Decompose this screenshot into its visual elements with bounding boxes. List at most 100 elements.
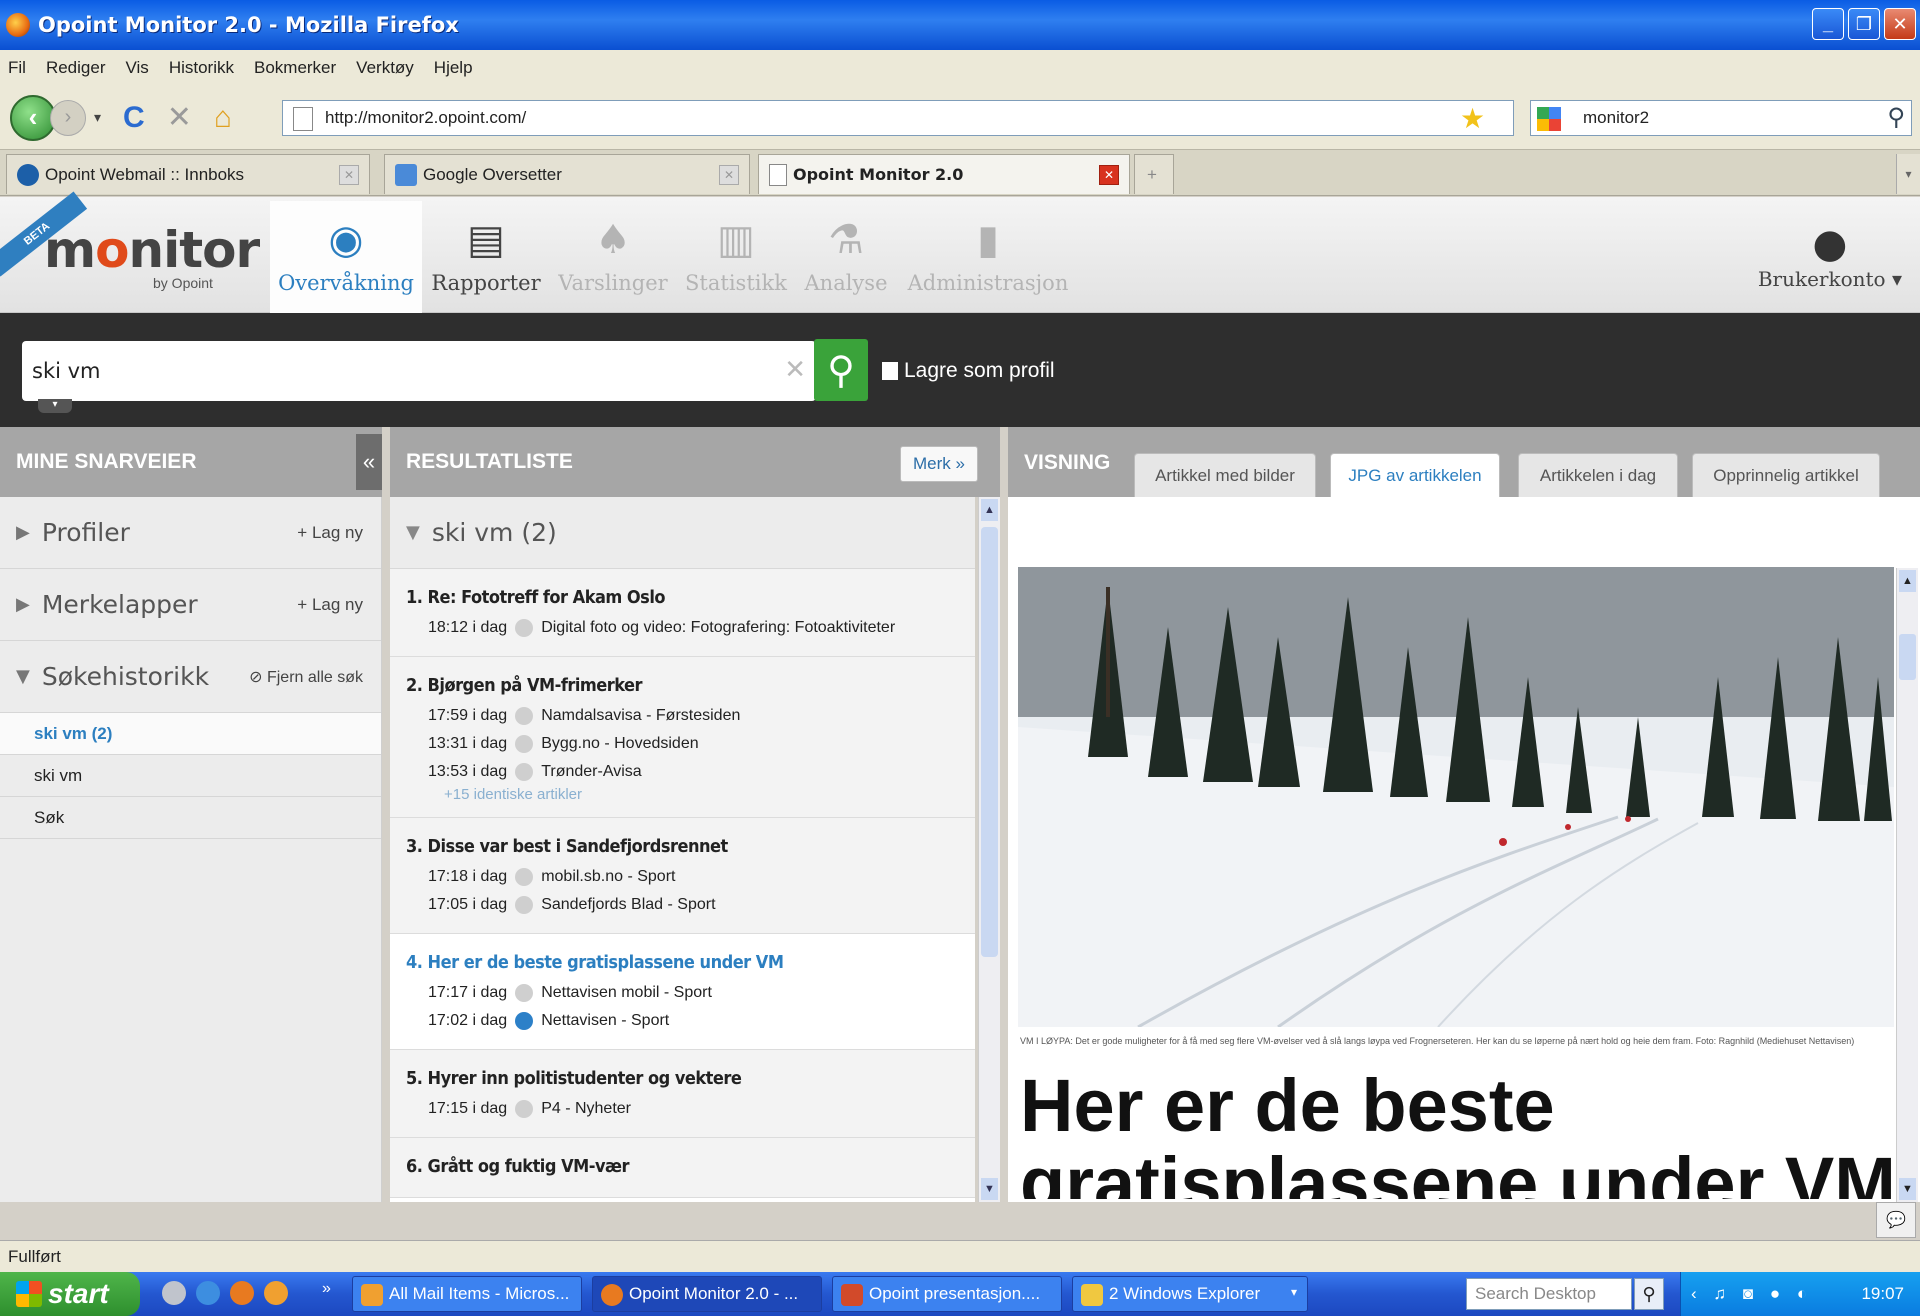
tab-webmail[interactable]: Opoint Webmail :: Innboks ✕ bbox=[6, 154, 370, 194]
monitor-logo[interactable]: monitor bbox=[44, 221, 260, 279]
merk-button[interactable]: Merk » bbox=[900, 446, 978, 482]
search-input[interactable]: ski vm ✕ bbox=[22, 341, 816, 401]
results-scrollbar[interactable]: ▲ ▼ bbox=[978, 497, 1000, 1202]
close-tab-icon[interactable]: ✕ bbox=[339, 165, 359, 185]
result-item[interactable]: 2. Bjørgen på VM-frimerker 17:59 i dag Na… bbox=[390, 657, 975, 818]
identical-articles-link[interactable]: +15 identiske artikler bbox=[406, 786, 975, 803]
article-source[interactable]: 17:02 i dag Nettavisen - Sport bbox=[406, 1007, 975, 1035]
internet-explorer-icon[interactable] bbox=[196, 1281, 220, 1305]
firefox-quicklaunch-icon[interactable] bbox=[230, 1281, 254, 1305]
tab-administrasjon[interactable]: ▮ Administrasjon bbox=[900, 201, 1076, 313]
tab-original-article[interactable]: Opprinnelig artikkel bbox=[1692, 453, 1880, 497]
desktop-search-input[interactable]: Search Desktop bbox=[1466, 1278, 1632, 1310]
taskbar-item-mail[interactable]: All Mail Items - Micros... bbox=[352, 1276, 582, 1312]
tab-analyse[interactable]: ⚗ Analyse bbox=[796, 201, 896, 313]
menu-vis[interactable]: Vis bbox=[126, 58, 149, 78]
close-tab-icon[interactable]: ✕ bbox=[719, 165, 739, 185]
article-source[interactable]: 13:31 i dag Bygg.no - Hovedsiden bbox=[406, 730, 975, 758]
merkelapper-row[interactable]: ▶ Merkelapper + Lag ny bbox=[0, 569, 381, 641]
article-source[interactable]: 17:15 i dag P4 - Nyheter bbox=[406, 1095, 975, 1123]
menu-bokmerker[interactable]: Bokmerker bbox=[254, 58, 336, 78]
forward-button[interactable]: › bbox=[50, 99, 86, 136]
article-title[interactable]: 3. Disse var best i Sandefjordsrennet bbox=[406, 836, 975, 857]
article-source[interactable]: 17:17 i dag Nettavisen mobil - Sport bbox=[406, 979, 975, 1007]
tab-jpg-of-article[interactable]: JPG av artikkelen bbox=[1330, 453, 1500, 497]
taskbar-item-presentation[interactable]: Opoint presentasjon.... bbox=[832, 1276, 1062, 1312]
collapse-panel-button[interactable]: « bbox=[356, 434, 382, 490]
close-window-button[interactable]: ✕ bbox=[1884, 8, 1916, 40]
article-source[interactable]: 18:12 i dag Digital foto og video: Fotogr… bbox=[406, 614, 975, 642]
menu-hjelp[interactable]: Hjelp bbox=[434, 58, 473, 78]
scroll-thumb[interactable] bbox=[1899, 634, 1916, 680]
search-options-dropdown-icon[interactable]: ▾ bbox=[38, 399, 72, 413]
new-tab-button[interactable]: + bbox=[1134, 154, 1174, 194]
search-icon[interactable]: ⚲ bbox=[1887, 103, 1905, 132]
history-item[interactable]: Søk bbox=[0, 797, 381, 839]
menu-historikk[interactable]: Historikk bbox=[169, 58, 234, 78]
close-tab-icon[interactable]: ✕ bbox=[1099, 165, 1119, 185]
profiler-row[interactable]: ▶ Profiler + Lag ny bbox=[0, 497, 381, 569]
stop-icon[interactable]: ✕ bbox=[167, 100, 192, 135]
menu-fil[interactable]: Fil bbox=[8, 58, 26, 78]
search-button[interactable]: ⚲ bbox=[814, 339, 868, 401]
tab-list-dropdown-icon[interactable]: ▾ bbox=[1896, 154, 1920, 194]
scroll-down-arrow[interactable]: ▼ bbox=[1899, 1178, 1916, 1200]
result-group-header[interactable]: ▼ ski vm (2) bbox=[390, 497, 975, 569]
article-source[interactable]: 13:53 i dag Trønder-Avisa bbox=[406, 758, 975, 786]
result-item[interactable]: 5. Hyrer inn politistudenter og vektere … bbox=[390, 1050, 975, 1138]
article-source[interactable]: 17:05 i dag Sandefjords Blad - Sport bbox=[406, 891, 975, 919]
outlook-quicklaunch-icon[interactable] bbox=[264, 1281, 288, 1305]
google-icon[interactable] bbox=[1537, 107, 1561, 131]
viewer-scrollbar[interactable]: ▲ ▼ bbox=[1896, 568, 1918, 1202]
article-source[interactable]: 17:18 i dag mobil.sb.no - Sport bbox=[406, 863, 975, 891]
article-title[interactable]: 4. Her er de beste gratisplassene under … bbox=[406, 952, 975, 973]
search-engine-input[interactable]: monitor2 ⚲ bbox=[1530, 100, 1912, 136]
group-dropdown-icon[interactable]: ▾ bbox=[1291, 1285, 1297, 1299]
scroll-thumb[interactable] bbox=[981, 527, 998, 957]
minimize-button[interactable]: _ bbox=[1812, 8, 1844, 40]
menu-verktoy[interactable]: Verktøy bbox=[356, 58, 414, 78]
menu-rediger[interactable]: Rediger bbox=[46, 58, 106, 78]
result-item[interactable]: 1. Re: Fototreff for Akam Oslo 18:12 i d… bbox=[390, 569, 975, 657]
article-title[interactable]: 1. Re: Fototreff for Akam Oslo bbox=[406, 587, 975, 608]
scroll-up-arrow[interactable]: ▲ bbox=[1899, 570, 1916, 592]
taskbar-item-explorer[interactable]: 2 Windows Explorer ▾ bbox=[1072, 1276, 1308, 1312]
user-account-menu[interactable]: ● Brukerkonto ▾ bbox=[1758, 221, 1902, 291]
reload-icon[interactable]: C bbox=[123, 101, 145, 135]
tray-icons[interactable]: ‹ ♫ ◙ ● ◐ bbox=[1681, 1284, 1813, 1304]
tab-opoint-monitor[interactable]: Opoint Monitor 2.0 ✕ bbox=[758, 154, 1130, 194]
result-item[interactable]: 6. Grått og fuktig VM-vær bbox=[390, 1138, 975, 1198]
history-item[interactable]: ski vm bbox=[0, 755, 381, 797]
tab-article-with-images[interactable]: Artikkel med bilder bbox=[1134, 453, 1316, 497]
scroll-up-arrow[interactable]: ▲ bbox=[981, 499, 998, 521]
search-history-row[interactable]: ▼ Søkehistorikk ⊘ Fjern alle søk bbox=[0, 641, 381, 713]
restore-button[interactable]: ❐ bbox=[1848, 8, 1880, 40]
result-item[interactable]: 3. Disse var best i Sandefjordsrennet 17… bbox=[390, 818, 975, 934]
history-dropdown-icon[interactable]: ▾ bbox=[94, 109, 101, 126]
bookmark-star-icon[interactable]: ★ bbox=[1460, 102, 1485, 135]
tab-rapporter[interactable]: ▤ Rapporter bbox=[424, 201, 548, 313]
home-icon[interactable]: ⌂ bbox=[214, 101, 232, 135]
history-item[interactable]: ski vm (2) bbox=[0, 713, 381, 755]
add-profile-link[interactable]: + Lag ny bbox=[297, 523, 363, 543]
clear-all-searches-link[interactable]: ⊘ Fjern alle søk bbox=[249, 667, 363, 687]
scroll-down-arrow[interactable]: ▼ bbox=[981, 1178, 998, 1200]
start-button[interactable]: start bbox=[0, 1272, 140, 1316]
tab-article-today[interactable]: Artikkelen i dag bbox=[1518, 453, 1678, 497]
feedback-chat-icon[interactable]: 💬 bbox=[1876, 1202, 1916, 1238]
desktop-search-button[interactable]: ⚲ bbox=[1634, 1278, 1664, 1310]
article-title[interactable]: 2. Bjørgen på VM-frimerker bbox=[406, 675, 975, 696]
quicklaunch-overflow-icon[interactable]: » bbox=[322, 1280, 331, 1298]
clear-search-icon[interactable]: ✕ bbox=[784, 355, 806, 385]
tab-google-translate[interactable]: Google Oversetter ✕ bbox=[384, 154, 750, 194]
article-title[interactable]: 6. Grått og fuktig VM-vær bbox=[406, 1156, 975, 1177]
save-as-profile-button[interactable]: Lagre som profil bbox=[882, 359, 1055, 383]
tab-varslinger[interactable]: ♠ Varslinger bbox=[552, 201, 674, 313]
taskbar-item-firefox[interactable]: Opoint Monitor 2.0 - ... bbox=[592, 1276, 822, 1312]
tab-statistikk[interactable]: ▥ Statistikk bbox=[678, 201, 794, 313]
result-item-selected[interactable]: 4. Her er de beste gratisplassene under … bbox=[390, 934, 975, 1050]
tab-overvakning[interactable]: ◉ Overvåkning bbox=[270, 201, 422, 313]
url-bar[interactable]: http://monitor2.opoint.com/ bbox=[282, 100, 1514, 136]
article-source[interactable]: 17:59 i dag Namdalsavisa - Førstesiden bbox=[406, 702, 975, 730]
show-desktop-icon[interactable] bbox=[162, 1281, 186, 1305]
